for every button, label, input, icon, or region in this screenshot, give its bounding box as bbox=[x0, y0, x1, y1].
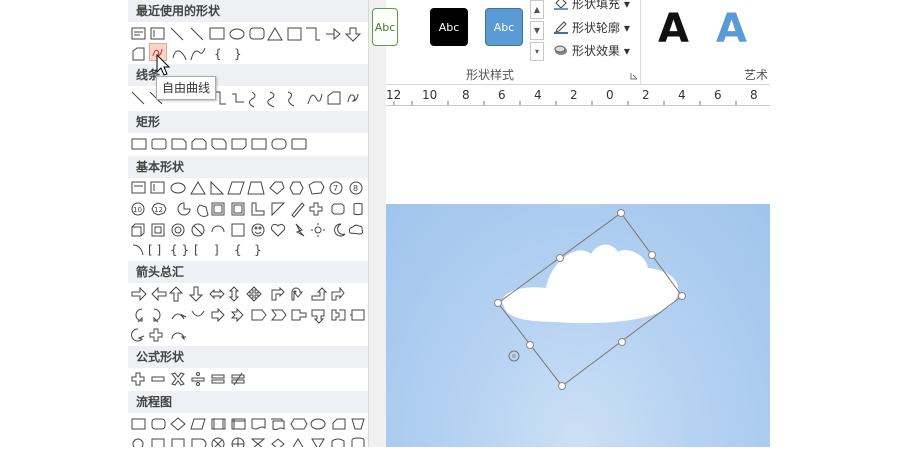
ruler-number: 0 bbox=[606, 88, 614, 102]
recent-shapes-icons[interactable] bbox=[128, 24, 368, 44]
arrows-shapes-row-1[interactable] bbox=[128, 284, 368, 304]
shapes-gallery[interactable]: 最近使用的形状 {} 线条 矩形 基本形状 7 8 10 12 [] {}… bbox=[128, 0, 368, 447]
basic-shapes-icons-4[interactable]: [ ] { } [ ] { } bbox=[128, 240, 368, 260]
shape-effect-label: 形状效果 bbox=[572, 44, 621, 58]
shape-outline-menu[interactable]: 形状轮廓 ▾ bbox=[554, 18, 630, 38]
basic-shapes-icons-3[interactable] bbox=[128, 220, 368, 240]
right-blank-area bbox=[770, 0, 900, 447]
rect-shapes-icons[interactable] bbox=[128, 134, 368, 154]
style-preset-1[interactable]: Abc bbox=[372, 8, 398, 46]
svg-text:[: [ bbox=[194, 243, 199, 257]
flowchart-shapes-icons-1[interactable] bbox=[128, 414, 368, 434]
paint-bucket-icon bbox=[554, 0, 568, 10]
svg-text:{: { bbox=[214, 47, 222, 61]
arrows-shapes-icons-2[interactable] bbox=[128, 305, 368, 325]
ruler-ticks bbox=[393, 101, 737, 105]
slide-canvas[interactable] bbox=[386, 204, 770, 447]
left-blank-area bbox=[0, 0, 128, 447]
arrows-shapes-row-3[interactable] bbox=[128, 325, 368, 345]
ruler-number: 8 bbox=[462, 88, 470, 102]
arrows-shapes-icons-1[interactable] bbox=[128, 284, 368, 304]
style-preset-2[interactable]: Abc bbox=[430, 8, 468, 46]
section-flowchart-header: 流程图 bbox=[128, 391, 368, 413]
resize-handle[interactable] bbox=[618, 338, 626, 346]
style-preset-2-label: Abc bbox=[438, 21, 460, 34]
section-arrows-header: 箭头总汇 bbox=[128, 261, 368, 283]
section-recent-header: 最近使用的形状 bbox=[128, 0, 368, 22]
equation-shapes-row[interactable] bbox=[128, 369, 368, 389]
arrows-shapes-icons-3[interactable] bbox=[128, 325, 368, 345]
svg-text:7: 7 bbox=[333, 184, 338, 193]
ribbon-divider bbox=[640, 0, 641, 84]
ruler-number: 12 bbox=[386, 88, 402, 102]
section-basic-header: 基本形状 bbox=[128, 156, 368, 178]
wordart-blue[interactable]: A bbox=[716, 6, 747, 52]
shape-effect-menu[interactable]: 形状效果 ▾ bbox=[554, 41, 630, 61]
tooltip-freeform-scribble: 自由曲线 bbox=[156, 76, 216, 100]
svg-text:12: 12 bbox=[154, 206, 163, 214]
basic-shapes-row-2[interactable]: 10 12 bbox=[128, 199, 368, 219]
svg-text:]: ] bbox=[214, 243, 219, 257]
recent-shapes-row-1[interactable] bbox=[128, 24, 368, 44]
resize-handle[interactable] bbox=[648, 251, 656, 259]
rect-shapes-row[interactable] bbox=[128, 134, 368, 154]
resize-handle[interactable] bbox=[678, 292, 686, 300]
basic-shapes-row-4[interactable]: [ ] { } [ ] { } bbox=[128, 240, 368, 260]
dialog-launcher-icon[interactable] bbox=[630, 72, 638, 80]
ruler-number: 10 bbox=[422, 88, 438, 102]
gallery-more-icon[interactable]: ▾ bbox=[530, 42, 544, 61]
shape-fill-menu[interactable]: 形状填充 ▾ bbox=[554, 0, 630, 14]
svg-text:10: 10 bbox=[133, 206, 142, 214]
wordart-black[interactable]: A bbox=[658, 6, 689, 52]
slide-content[interactable] bbox=[386, 204, 770, 447]
shape-styles-group-label: 形状样式 bbox=[466, 68, 515, 82]
shape-outline-label: 形状轮廓 bbox=[572, 21, 621, 35]
basic-shapes-icons-1[interactable]: 7 8 bbox=[128, 178, 368, 198]
resize-handle[interactable] bbox=[556, 254, 564, 262]
resize-handle[interactable] bbox=[526, 341, 534, 349]
flowchart-shapes-icons-2[interactable] bbox=[128, 434, 368, 447]
ruler-number: 6 bbox=[714, 88, 722, 102]
equation-shapes-icons[interactable] bbox=[128, 369, 368, 389]
wordart-group-label: 艺术 bbox=[744, 68, 769, 82]
section-rect-header: 矩形 bbox=[128, 111, 368, 133]
ruler-number: 4 bbox=[534, 88, 542, 102]
canvas-area bbox=[386, 106, 770, 204]
shape-fill-label: 形状填充 bbox=[572, 0, 621, 11]
section-equation-header: 公式形状 bbox=[128, 346, 368, 368]
style-preset-3-label: Abc bbox=[493, 21, 515, 34]
pen-icon bbox=[554, 20, 568, 34]
style-preset-1-label: Abc bbox=[374, 21, 396, 34]
style-gallery-scroll[interactable]: ▲ ▼ ▾ bbox=[530, 0, 544, 61]
basic-shapes-row-1[interactable]: 7 8 bbox=[128, 178, 368, 198]
resize-handle[interactable] bbox=[617, 209, 625, 217]
gallery-up-icon[interactable]: ▲ bbox=[530, 0, 544, 19]
ruler-number: 8 bbox=[750, 88, 758, 102]
effect-icon bbox=[554, 43, 568, 57]
arrows-shapes-row-2[interactable] bbox=[128, 305, 368, 325]
ribbon-format-tab: Abc Abc Abc ▲ ▼ ▾ 形状填充 ▾ 形状轮廓 ▾ 形状效果 ▾ 形… bbox=[372, 0, 770, 85]
resize-handle[interactable] bbox=[494, 299, 502, 307]
basic-shapes-row-3[interactable] bbox=[128, 220, 368, 240]
mouse-cursor-icon bbox=[156, 54, 171, 76]
resize-handle[interactable] bbox=[558, 382, 566, 390]
svg-text:}: } bbox=[254, 243, 262, 257]
ruler-number: 6 bbox=[498, 88, 506, 102]
svg-text:{ }: { } bbox=[170, 243, 189, 257]
style-preset-3[interactable]: Abc bbox=[485, 8, 523, 46]
svg-text:[ ]: [ ] bbox=[148, 243, 161, 257]
flowchart-shapes-row-1[interactable] bbox=[128, 414, 368, 434]
gallery-scrollbar[interactable] bbox=[368, 0, 386, 447]
ruler-number: 2 bbox=[642, 88, 650, 102]
flowchart-shapes-row-2[interactable] bbox=[128, 434, 368, 447]
ruler-number: 2 bbox=[570, 88, 578, 102]
rotate-handle-icon[interactable] bbox=[508, 350, 520, 362]
svg-text:}: } bbox=[234, 47, 242, 61]
basic-shapes-icons-2[interactable]: 10 12 bbox=[128, 199, 368, 219]
ruler-number: 4 bbox=[678, 88, 686, 102]
horizontal-ruler[interactable]: 12 10 8 6 4 2 0 2 4 6 8 bbox=[386, 86, 770, 106]
svg-text:{: { bbox=[234, 243, 242, 257]
gallery-down-icon[interactable]: ▼ bbox=[530, 21, 544, 40]
svg-text:8: 8 bbox=[353, 184, 358, 193]
